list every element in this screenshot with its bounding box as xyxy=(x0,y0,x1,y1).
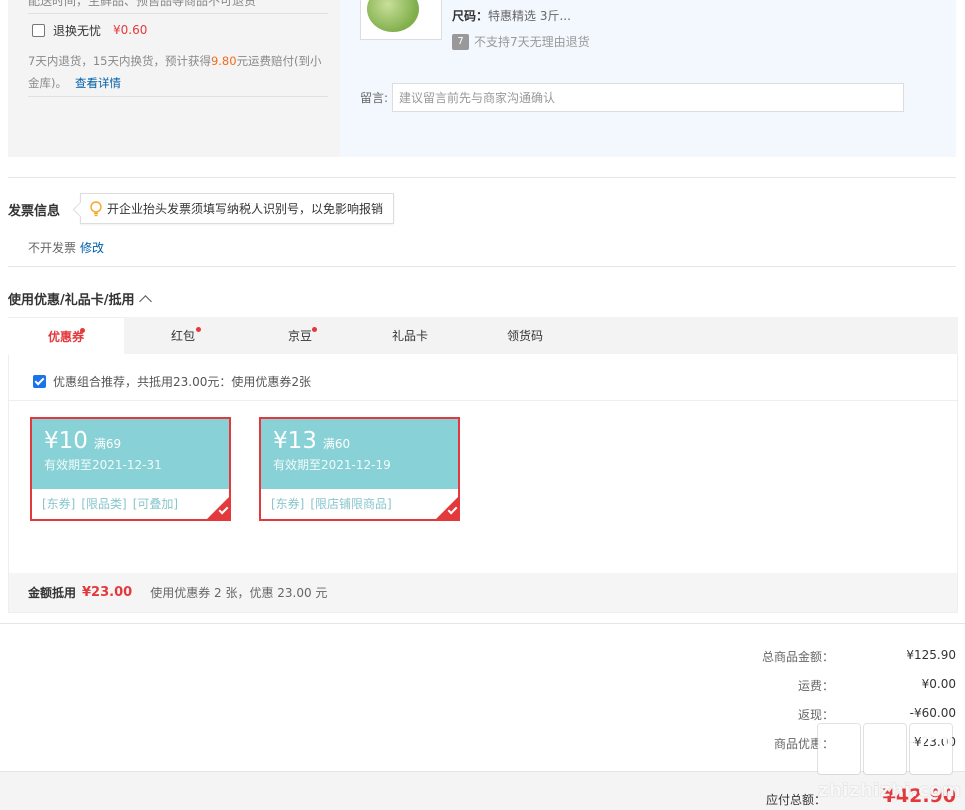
service-checkbox[interactable] xyxy=(32,23,45,37)
divider xyxy=(28,13,328,14)
discount-value: -¥23.00 xyxy=(909,735,956,749)
coupon-amount: ¥13 xyxy=(273,428,317,454)
cashback-row: 返现： -¥60.00 xyxy=(700,706,956,724)
tab-label: 礼品卡 xyxy=(391,329,428,343)
divider xyxy=(28,96,328,97)
coupon-tags: [东券] [限品类] [可叠加] xyxy=(32,489,229,512)
tab-label: 京豆 xyxy=(287,329,312,343)
payable-value: ¥42.90 xyxy=(882,785,956,807)
coupon-validity: 有效期至2021-12-31 xyxy=(44,458,162,472)
invoice-status: 不开发票 修改 xyxy=(28,239,104,256)
discount-summary: 金额抵用 ¥23.00 使用优惠券 2 张，优惠 23.00 元 xyxy=(9,573,957,612)
tab-gift-card[interactable]: 礼品卡 xyxy=(358,317,462,354)
invoice-title: 发票信息 xyxy=(8,204,61,219)
tab-coupons[interactable]: 优惠券 xyxy=(8,317,124,355)
shipping-value: ¥0.00 xyxy=(921,677,956,691)
new-dot-icon xyxy=(80,328,85,333)
tab-label: 领货码 xyxy=(506,329,543,343)
product-thumbnail[interactable] xyxy=(360,0,442,40)
total-goods-row: 总商品金额： ¥125.90 xyxy=(700,648,956,666)
product-image xyxy=(367,0,419,32)
shipping-label: 运费： xyxy=(797,679,834,693)
discount-label: 商品优惠： xyxy=(773,737,834,751)
chevron-up-icon xyxy=(138,294,152,308)
spec-value: 特惠精选 3斤... xyxy=(488,9,571,23)
service-option[interactable]: 退换无忧 ¥0.60 xyxy=(32,21,147,39)
service-desc-text: 7天内退货，15天内换货，预计获得 xyxy=(28,54,211,68)
tab-label: 优惠券 xyxy=(47,330,84,344)
tab-pickup-code[interactable]: 领货码 xyxy=(470,317,580,354)
service-desc-amount: 9.80 xyxy=(210,54,237,68)
discount-section-toggle[interactable]: 使用优惠/礼品卡/抵用 xyxy=(8,289,152,308)
new-dot-icon xyxy=(196,327,201,332)
service-price: ¥0.60 xyxy=(113,23,148,37)
tab-red-packet[interactable]: 红包 xyxy=(124,317,242,354)
coupon-condition: 满69 xyxy=(93,437,122,451)
invoice-tip-text: 开企业抬头发票须填写纳税人识别号，以免影响报销 xyxy=(107,202,384,216)
no-return-text: 不支持7天无理由退货 xyxy=(474,35,590,49)
coupon-condition: 满60 xyxy=(322,437,351,451)
summary-label: 金额抵用 xyxy=(28,586,77,600)
combo-recommend[interactable]: 优惠组合推荐，共抵用23.00元：使用优惠券2张 xyxy=(33,373,311,390)
payable-row: 应付总额： ¥42.90 xyxy=(700,785,956,809)
combo-text: 优惠组合推荐，共抵用23.00元：使用优惠券2张 xyxy=(53,375,311,389)
coupon-tag: [可叠加] xyxy=(132,497,179,511)
total-goods-value: ¥125.90 xyxy=(906,648,956,662)
coupon-tag: [东券] xyxy=(42,497,76,511)
product-spec: 尺码：特惠精选 3斤... xyxy=(452,7,571,24)
remark-input[interactable] xyxy=(392,83,904,112)
coupon-validity: 有效期至2021-12-19 xyxy=(273,458,391,472)
coupon-tag: [东券] xyxy=(271,497,305,511)
payable-label: 应付总额： xyxy=(765,793,826,807)
view-details-link[interactable]: 查看详情 xyxy=(75,76,121,90)
lightbulb-icon xyxy=(90,200,102,216)
invoice-tip: 开企业抬头发票须填写纳税人识别号，以免影响报销 xyxy=(80,193,395,224)
coupon-tag: [限品类] xyxy=(81,497,127,511)
total-goods-label: 总商品金额： xyxy=(761,650,834,664)
shipping-row: 运费： ¥0.00 xyxy=(700,677,956,695)
divider xyxy=(8,177,956,178)
divider xyxy=(8,266,956,267)
coupon-header: ¥13 满60 有效期至2021-12-19 xyxy=(261,419,458,489)
summary-desc: 使用优惠券 2 张，优惠 23.00 元 xyxy=(150,586,328,600)
discount-row: 商品优惠： -¥23.00 xyxy=(700,735,956,753)
no-return-icon: 7 xyxy=(452,33,469,50)
coupon-header: ¥10 满69 有效期至2021-12-31 xyxy=(32,419,229,489)
summary-amount: ¥23.00 xyxy=(82,585,133,600)
service-name: 退换无忧 xyxy=(53,23,102,38)
cashback-label: 返现： xyxy=(797,708,834,722)
divider xyxy=(9,400,957,401)
invoice-status-text: 不开发票 xyxy=(28,241,77,255)
coupon-card[interactable]: ¥13 满60 有效期至2021-12-19 [东券] [限店铺限商品] xyxy=(259,417,460,521)
service-cut-text: 配送时间，生鲜品、预售品等商品不可退货 xyxy=(28,0,257,8)
tab-label: 红包 xyxy=(170,329,195,343)
coupon-tag: [限店铺限商品] xyxy=(310,497,392,511)
no-return-notice: 7 不支持7天无理由退货 xyxy=(452,33,590,50)
remark-label: 留言: xyxy=(360,91,389,105)
new-dot-icon xyxy=(312,327,317,332)
combo-checkbox[interactable] xyxy=(33,375,46,388)
divider xyxy=(0,623,965,624)
coupon-tags: [东券] [限店铺限商品] xyxy=(261,489,458,512)
tab-jingdou[interactable]: 京豆 xyxy=(242,317,358,354)
coupon-card[interactable]: ¥10 满69 有效期至2021-12-31 [东券] [限品类] [可叠加] xyxy=(30,417,231,521)
spec-label: 尺码： xyxy=(452,9,489,23)
coupon-amount: ¥10 xyxy=(44,428,88,454)
discount-tabs: 优惠券 红包 京豆 礼品卡 领货码 xyxy=(8,317,958,355)
invoice-edit-link[interactable]: 修改 xyxy=(80,241,104,255)
service-description: 7天内退货，15天内换货，预计获得9.80元运费赔付(到小金库)。 查看详情 xyxy=(28,50,332,94)
cashback-value: -¥60.00 xyxy=(909,706,956,720)
discount-section-title: 使用优惠/礼品卡/抵用 xyxy=(8,293,135,308)
